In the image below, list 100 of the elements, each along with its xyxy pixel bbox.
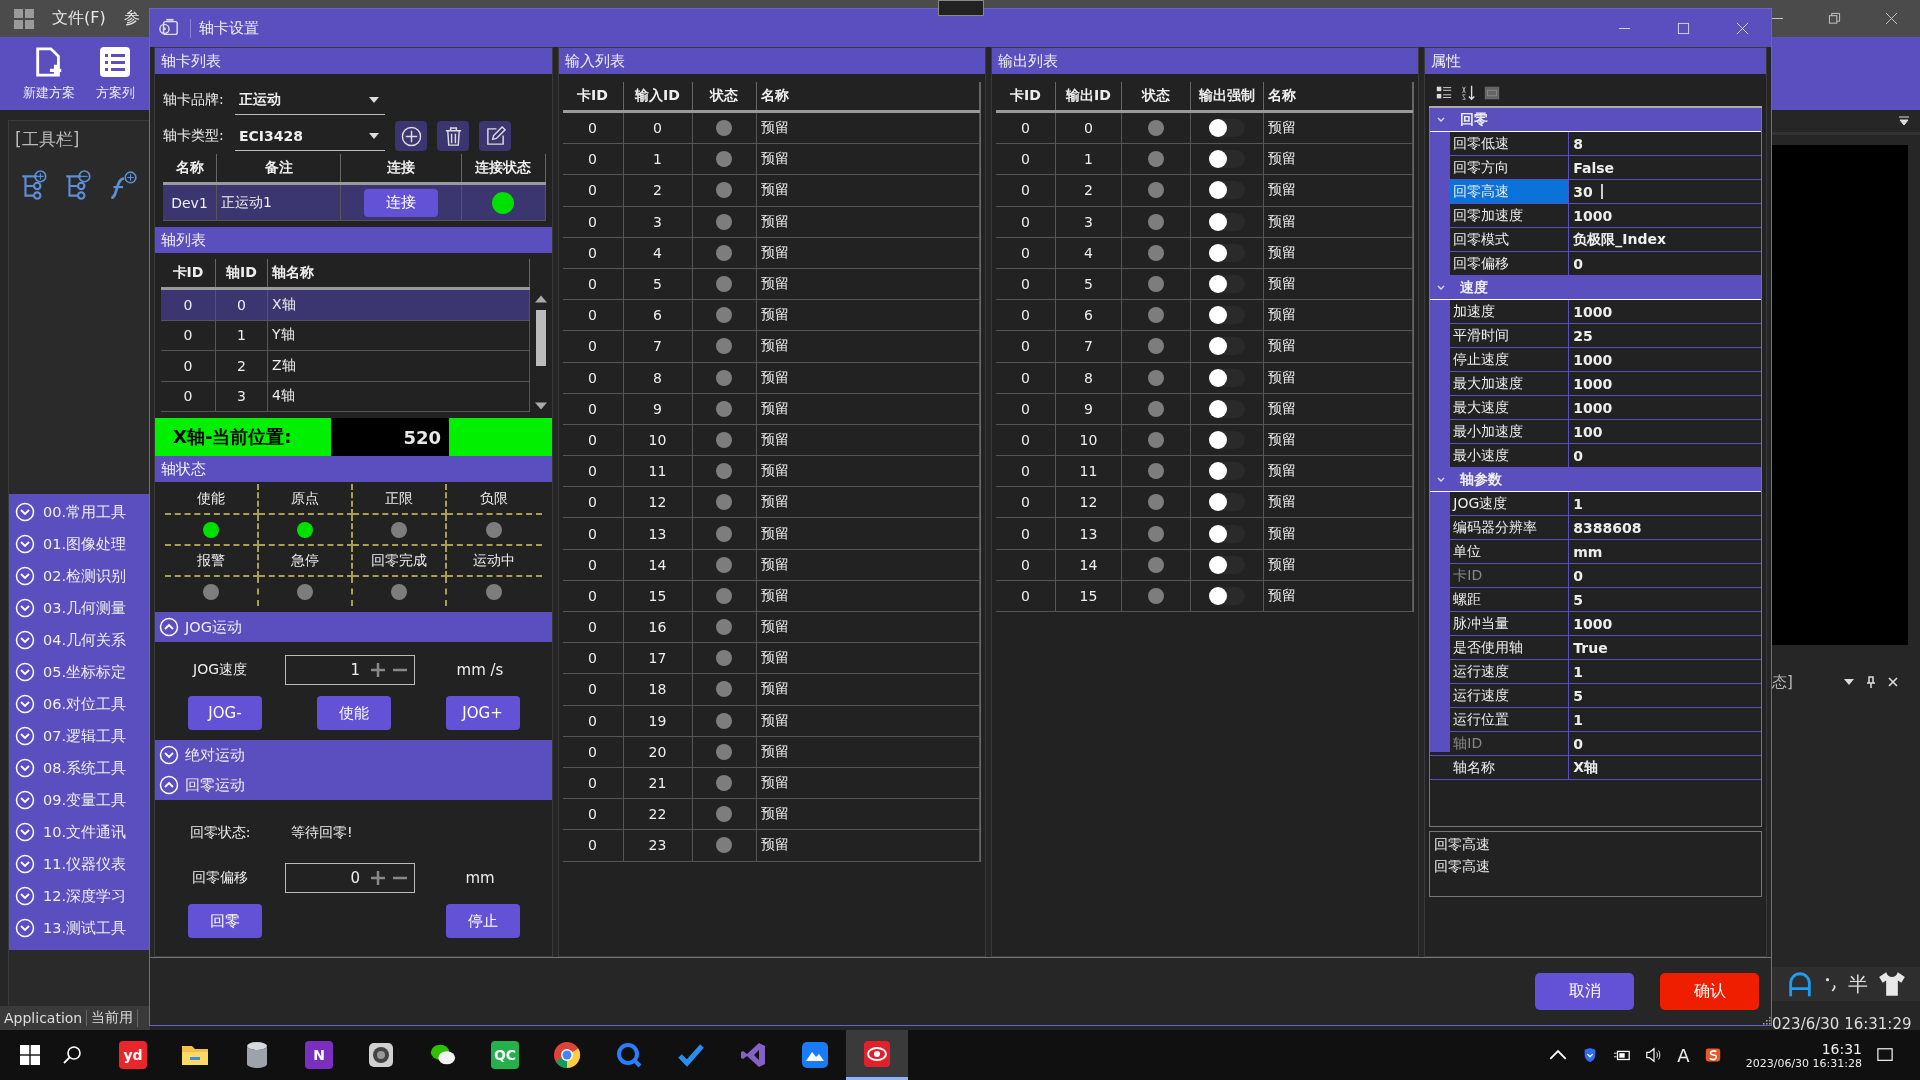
property-name[interactable]: 回零高速 — [1450, 180, 1570, 203]
tool-group-item[interactable]: 00.常用工具 — [9, 496, 150, 528]
force-toggle[interactable] — [1208, 430, 1245, 449]
clock-time[interactable]: 16:31 — [1821, 1040, 1862, 1057]
scroll-thumb[interactable] — [535, 309, 546, 366]
force-toggle[interactable] — [1208, 150, 1245, 169]
tool-group-item[interactable]: 06.对位工具 — [9, 688, 150, 720]
expander-header[interactable]: JOG运动 — [155, 612, 552, 642]
close-icon[interactable] — [1885, 12, 1898, 25]
force-toggle[interactable] — [1208, 586, 1245, 605]
taskbar-app[interactable]: yd — [102, 1030, 164, 1080]
force-toggle[interactable] — [1208, 462, 1245, 481]
tool-group-item[interactable]: 09.变量工具 — [9, 784, 150, 816]
edit-button[interactable] — [479, 121, 511, 151]
drag-handle[interactable] — [938, 0, 984, 16]
property-name[interactable]: 最大加速度 — [1450, 372, 1570, 395]
expander-header[interactable]: 回零运动 — [155, 770, 552, 800]
force-toggle[interactable] — [1208, 243, 1245, 262]
property-name[interactable]: 轴名称 — [1450, 756, 1570, 779]
property-value[interactable]: 5 — [1573, 591, 1584, 608]
tree-add-icon[interactable] — [19, 170, 49, 202]
property-value[interactable]: 1000 — [1573, 351, 1613, 368]
restore-icon[interactable] — [1828, 12, 1841, 25]
toolbar-button[interactable]: 新建方案 — [18, 45, 80, 102]
axis-row[interactable]: 0 0 X轴 — [161, 290, 530, 321]
property-value[interactable]: 1000 — [1573, 303, 1613, 320]
property-value[interactable]: 1000 — [1573, 399, 1613, 416]
property-name[interactable]: 最大速度 — [1450, 396, 1570, 419]
force-toggle[interactable] — [1208, 306, 1245, 325]
category-row[interactable]: 回零 — [1430, 108, 1761, 132]
ime-width-toggle[interactable]: 半 — [1848, 970, 1868, 998]
force-toggle[interactable] — [1208, 368, 1245, 387]
tool-group-item[interactable]: 01.图像处理 — [9, 528, 150, 560]
homing-offset-field[interactable]: 0 — [285, 863, 415, 893]
force-toggle[interactable] — [1208, 524, 1245, 543]
notification-icon[interactable] — [1876, 1047, 1894, 1063]
action-button[interactable]: 回零 — [188, 904, 262, 938]
property-value[interactable]: 25 — [1573, 327, 1593, 344]
taskbar-app[interactable] — [846, 1030, 908, 1080]
property-name[interactable]: 单位 — [1450, 540, 1570, 563]
search-icon[interactable] — [62, 1045, 82, 1065]
property-value[interactable]: 8 — [1573, 135, 1584, 152]
cancel-button[interactable]: 取消 — [1535, 973, 1634, 1010]
tool-group-item[interactable]: 05.坐标标定 — [9, 656, 150, 688]
menu-item[interactable]: 参 — [123, 8, 140, 29]
brand-dropdown[interactable]: 正运动 — [235, 85, 385, 115]
property-value[interactable]: 8388608 — [1573, 519, 1642, 536]
property-name[interactable]: 脉冲当量 — [1450, 612, 1570, 635]
property-value[interactable]: 1 — [1573, 711, 1584, 728]
property-value[interactable]: 1000 — [1573, 207, 1613, 224]
property-value[interactable]: False — [1573, 159, 1615, 176]
action-button[interactable]: 停止 — [445, 904, 520, 938]
dropdown-icon[interactable] — [1898, 115, 1910, 127]
shirt-icon[interactable] — [1878, 970, 1906, 998]
punctuation-icon[interactable] — [1824, 975, 1838, 993]
property-value[interactable]: 1000 — [1573, 375, 1613, 392]
tool-group-item[interactable]: 12.深度学习 — [9, 880, 150, 912]
property-value[interactable]: 1 — [1573, 663, 1584, 680]
axis-row[interactable]: 0 2 Z轴 — [161, 351, 530, 382]
force-toggle[interactable] — [1208, 493, 1245, 512]
expander-header[interactable]: 绝对运动 — [155, 740, 552, 770]
property-name[interactable]: 平滑时间 — [1450, 324, 1570, 347]
tool-group-item[interactable]: 10.文件通讯 — [9, 816, 150, 848]
action-button[interactable]: JOG- — [188, 696, 262, 730]
property-value[interactable]: 30 — [1573, 183, 1593, 200]
force-toggle[interactable] — [1208, 275, 1245, 294]
start-icon[interactable] — [20, 1045, 40, 1065]
clock-date[interactable]: 2023/06/30 16:31:28 — [1745, 1056, 1862, 1070]
property-name[interactable]: 是否使用轴 — [1450, 636, 1570, 659]
input-mode-indicator[interactable]: A — [1677, 1044, 1690, 1066]
property-name[interactable]: 回零加速度 — [1450, 204, 1570, 227]
tree-remove-icon[interactable] — [63, 170, 93, 202]
property-name[interactable]: 停止速度 — [1450, 348, 1570, 371]
property-name[interactable]: 回零偏移 — [1450, 252, 1570, 275]
toolbar-button[interactable]: 方案列 — [84, 45, 146, 102]
taskbar-app[interactable]: N — [288, 1030, 350, 1080]
axis-row[interactable]: 0 3 4轴 — [161, 381, 530, 412]
category-row[interactable]: 速度 — [1430, 276, 1761, 300]
action-button[interactable]: JOG+ — [445, 696, 520, 730]
confirm-button[interactable]: 确认 — [1660, 973, 1759, 1010]
property-pages-icon[interactable] — [1483, 84, 1502, 102]
force-toggle[interactable] — [1208, 399, 1245, 418]
property-name[interactable]: JOG速度 — [1450, 492, 1570, 515]
property-value[interactable]: mm — [1573, 543, 1603, 560]
plus-icon[interactable] — [370, 662, 386, 678]
axis-row[interactable]: 0 1 Y轴 — [161, 320, 530, 351]
action-button[interactable]: 使能 — [316, 696, 391, 730]
property-value[interactable]: 100 — [1573, 423, 1603, 440]
type-dropdown[interactable]: ECI3428 — [235, 121, 385, 151]
property-value[interactable]: 0 — [1573, 255, 1584, 272]
force-toggle[interactable] — [1208, 555, 1245, 574]
tool-group-item[interactable]: 11.仪器仪表 — [9, 848, 150, 880]
tool-group-item[interactable]: 13.测试工具 — [9, 912, 150, 944]
connect-button[interactable]: 连接 — [364, 188, 438, 217]
tool-group-item[interactable]: 07.逻辑工具 — [9, 720, 150, 752]
property-value[interactable]: 1000 — [1573, 615, 1613, 632]
property-name[interactable]: 回零模式 — [1450, 228, 1570, 251]
property-name[interactable]: 运行速度 — [1450, 684, 1570, 707]
property-name[interactable]: 运行位置 — [1450, 708, 1570, 731]
property-name[interactable]: 最小速度 — [1450, 444, 1570, 467]
